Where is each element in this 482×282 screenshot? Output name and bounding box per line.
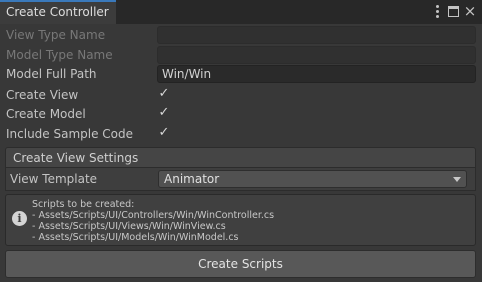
view-template-value: Animator (164, 172, 220, 186)
create-view-settings-header[interactable]: Create View Settings (5, 147, 476, 168)
more-options-icon[interactable] (433, 4, 441, 20)
create-model-row: Create Model ✓ (0, 105, 482, 124)
create-model-label: Create Model (6, 107, 86, 121)
include-sample-code-checkbox[interactable]: ✓ (157, 126, 171, 140)
chevron-down-icon (453, 177, 461, 182)
view-type-name-field (157, 26, 476, 44)
info-icon: i (12, 211, 27, 226)
maximize-icon[interactable] (448, 6, 459, 17)
create-scripts-button[interactable]: Create Scripts (5, 250, 476, 278)
scripts-info-text: Scripts to be created: - Assets/Scripts/… (32, 199, 275, 243)
section-title: Create View Settings (13, 151, 139, 165)
model-type-name-field (157, 46, 476, 64)
model-full-path-label: Model Full Path (6, 67, 97, 81)
model-full-path-row: Model Full Path Win/Win (0, 65, 482, 84)
create-view-label: Create View (6, 88, 79, 102)
tab-title: Create Controller (6, 5, 109, 19)
view-template-dropdown[interactable]: Animator (158, 170, 467, 188)
view-type-name-label: View Type Name (6, 28, 106, 42)
create-view-row: Create View ✓ (0, 86, 482, 105)
tab-create-controller[interactable]: Create Controller (0, 0, 116, 24)
view-template-label: View Template (10, 172, 98, 186)
include-sample-code-row: Include Sample Code ✓ (0, 125, 482, 144)
model-full-path-field[interactable]: Win/Win (157, 65, 476, 83)
create-view-checkbox[interactable]: ✓ (157, 87, 171, 101)
scripts-info-box: i Scripts to be created: - Assets/Script… (5, 194, 476, 246)
create-view-settings-body: View Template Animator (5, 168, 476, 191)
model-type-name-label: Model Type Name (6, 48, 113, 62)
include-sample-code-label: Include Sample Code (6, 127, 134, 141)
view-type-name-row: View Type Name (0, 26, 482, 45)
window-titlebar: Create Controller × (0, 0, 482, 24)
close-icon[interactable]: × (463, 2, 477, 20)
model-type-name-row: Model Type Name (0, 46, 482, 65)
create-model-checkbox[interactable]: ✓ (157, 106, 171, 120)
